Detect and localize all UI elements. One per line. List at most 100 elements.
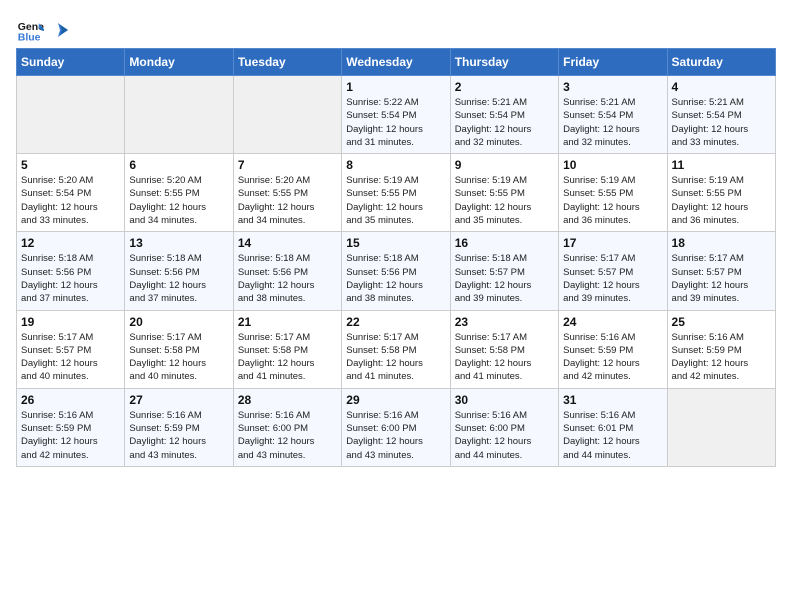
day-number: 10	[563, 158, 662, 172]
svg-text:Blue: Blue	[18, 32, 41, 44]
calendar-week-row: 26Sunrise: 5:16 AM Sunset: 5:59 PM Dayli…	[17, 388, 776, 466]
day-number: 30	[455, 393, 554, 407]
calendar-cell	[17, 76, 125, 154]
day-number: 1	[346, 80, 445, 94]
page-header: General Blue	[16, 16, 776, 44]
calendar-cell: 30 Sunrise: 5:16 AM Sunset: 6:00 PM Dayli…	[450, 388, 558, 466]
day-info: Sunrise: 5:16 AM Sunset: 6:00 PM Dayligh…	[238, 409, 337, 462]
calendar-cell: 27Sunrise: 5:16 AM Sunset: 5:59 PM Dayli…	[125, 388, 233, 466]
calendar-cell: 11 Sunrise: 5:19 AM Sunset: 5:55 PM Dayli…	[667, 154, 775, 232]
day-number: 14	[238, 236, 337, 250]
day-info: Sunrise: 5:21 AM Sunset: 5:54 PM Dayligh…	[563, 96, 662, 149]
day-info: Sunrise: 5:17 AM Sunset: 5:58 PM Dayligh…	[129, 331, 228, 384]
calendar-cell: 24 Sunrise: 5:16 AM Sunset: 5:59 PM Dayli…	[559, 310, 667, 388]
calendar-cell: 12Sunrise: 5:18 AM Sunset: 5:56 PM Dayli…	[17, 232, 125, 310]
day-info: Sunrise: 5:19 AM Sunset: 5:55 PM Dayligh…	[563, 174, 662, 227]
day-info: Sunrise: 5:21 AM Sunset: 5:54 PM Dayligh…	[672, 96, 771, 149]
day-info: Sunrise: 5:21 AM Sunset: 5:54 PM Dayligh…	[455, 96, 554, 149]
day-info: Sunrise: 5:16 AM Sunset: 5:59 PM Dayligh…	[21, 409, 120, 462]
day-info: Sunrise: 5:18 AM Sunset: 5:56 PM Dayligh…	[129, 252, 228, 305]
day-number: 19	[21, 315, 120, 329]
calendar-week-row: 5 Sunrise: 5:20 AM Sunset: 5:54 PM Daylig…	[17, 154, 776, 232]
day-number: 2	[455, 80, 554, 94]
day-number: 9	[455, 158, 554, 172]
day-number: 6	[129, 158, 228, 172]
day-number: 17	[563, 236, 662, 250]
day-number: 7	[238, 158, 337, 172]
day-number: 13	[129, 236, 228, 250]
calendar-cell: 9Sunrise: 5:19 AM Sunset: 5:55 PM Daylig…	[450, 154, 558, 232]
day-number: 11	[672, 158, 771, 172]
calendar-cell: 20 Sunrise: 5:17 AM Sunset: 5:58 PM Dayli…	[125, 310, 233, 388]
calendar-table: SundayMondayTuesdayWednesdayThursdayFrid…	[16, 48, 776, 467]
day-number: 28	[238, 393, 337, 407]
calendar-cell: 19 Sunrise: 5:17 AM Sunset: 5:57 PM Dayli…	[17, 310, 125, 388]
weekday-header-wednesday: Wednesday	[342, 49, 450, 76]
day-number: 21	[238, 315, 337, 329]
calendar-cell	[233, 76, 341, 154]
day-info: Sunrise: 5:16 AM Sunset: 6:00 PM Dayligh…	[346, 409, 445, 462]
day-number: 3	[563, 80, 662, 94]
day-number: 16	[455, 236, 554, 250]
calendar-cell: 16 Sunrise: 5:18 AM Sunset: 5:57 PM Dayli…	[450, 232, 558, 310]
day-number: 18	[672, 236, 771, 250]
calendar-cell: 1 Sunrise: 5:22 AM Sunset: 5:54 PM Daylig…	[342, 76, 450, 154]
calendar-cell: 18 Sunrise: 5:17 AM Sunset: 5:57 PM Dayli…	[667, 232, 775, 310]
weekday-header-row: SundayMondayTuesdayWednesdayThursdayFrid…	[17, 49, 776, 76]
day-info: Sunrise: 5:19 AM Sunset: 5:55 PM Dayligh…	[346, 174, 445, 227]
calendar-cell: 8 Sunrise: 5:19 AM Sunset: 5:55 PM Daylig…	[342, 154, 450, 232]
calendar-cell: 4 Sunrise: 5:21 AM Sunset: 5:54 PM Daylig…	[667, 76, 775, 154]
weekday-header-saturday: Saturday	[667, 49, 775, 76]
day-info: Sunrise: 5:16 AM Sunset: 5:59 PM Dayligh…	[563, 331, 662, 384]
calendar-cell: 15 Sunrise: 5:18 AM Sunset: 5:56 PM Dayli…	[342, 232, 450, 310]
weekday-header-sunday: Sunday	[17, 49, 125, 76]
weekday-header-tuesday: Tuesday	[233, 49, 341, 76]
day-number: 29	[346, 393, 445, 407]
weekday-header-monday: Monday	[125, 49, 233, 76]
day-number: 25	[672, 315, 771, 329]
day-info: Sunrise: 5:17 AM Sunset: 5:58 PM Dayligh…	[238, 331, 337, 384]
day-number: 20	[129, 315, 228, 329]
calendar-cell: 13 Sunrise: 5:18 AM Sunset: 5:56 PM Dayli…	[125, 232, 233, 310]
day-number: 8	[346, 158, 445, 172]
calendar-cell: 28 Sunrise: 5:16 AM Sunset: 6:00 PM Dayli…	[233, 388, 341, 466]
calendar-cell: 5 Sunrise: 5:20 AM Sunset: 5:54 PM Daylig…	[17, 154, 125, 232]
day-info: Sunrise: 5:17 AM Sunset: 5:58 PM Dayligh…	[455, 331, 554, 384]
day-info: Sunrise: 5:16 AM Sunset: 5:59 PM Dayligh…	[129, 409, 228, 462]
calendar-cell: 26Sunrise: 5:16 AM Sunset: 5:59 PM Dayli…	[17, 388, 125, 466]
day-number: 4	[672, 80, 771, 94]
day-info: Sunrise: 5:20 AM Sunset: 5:55 PM Dayligh…	[129, 174, 228, 227]
day-number: 22	[346, 315, 445, 329]
calendar-cell: 22Sunrise: 5:17 AM Sunset: 5:58 PM Dayli…	[342, 310, 450, 388]
logo-icon: General Blue	[16, 16, 44, 44]
day-info: Sunrise: 5:18 AM Sunset: 5:56 PM Dayligh…	[346, 252, 445, 305]
weekday-header-thursday: Thursday	[450, 49, 558, 76]
day-info: Sunrise: 5:16 AM Sunset: 6:00 PM Dayligh…	[455, 409, 554, 462]
calendar-cell: 21 Sunrise: 5:17 AM Sunset: 5:58 PM Dayli…	[233, 310, 341, 388]
calendar-cell: 14 Sunrise: 5:18 AM Sunset: 5:56 PM Dayli…	[233, 232, 341, 310]
day-info: Sunrise: 5:17 AM Sunset: 5:57 PM Dayligh…	[672, 252, 771, 305]
calendar-cell: 3 Sunrise: 5:21 AM Sunset: 5:54 PM Daylig…	[559, 76, 667, 154]
day-info: Sunrise: 5:17 AM Sunset: 5:57 PM Dayligh…	[21, 331, 120, 384]
day-number: 15	[346, 236, 445, 250]
calendar-cell: 6 Sunrise: 5:20 AM Sunset: 5:55 PM Daylig…	[125, 154, 233, 232]
calendar-cell: 2 Sunrise: 5:21 AM Sunset: 5:54 PM Daylig…	[450, 76, 558, 154]
day-info: Sunrise: 5:18 AM Sunset: 5:57 PM Dayligh…	[455, 252, 554, 305]
calendar-cell: 31Sunrise: 5:16 AM Sunset: 6:01 PM Dayli…	[559, 388, 667, 466]
day-info: Sunrise: 5:22 AM Sunset: 5:54 PM Dayligh…	[346, 96, 445, 149]
calendar-cell	[667, 388, 775, 466]
calendar-week-row: 19 Sunrise: 5:17 AM Sunset: 5:57 PM Dayli…	[17, 310, 776, 388]
day-number: 24	[563, 315, 662, 329]
day-info: Sunrise: 5:17 AM Sunset: 5:57 PM Dayligh…	[563, 252, 662, 305]
logo-arrow-icon	[50, 23, 68, 37]
calendar-cell: 29 Sunrise: 5:16 AM Sunset: 6:00 PM Dayli…	[342, 388, 450, 466]
calendar-week-row: 12 Sunrise: 5:18 AM Sunset: 5:56 PM Dayli…	[17, 232, 776, 310]
day-number: 12	[21, 236, 120, 250]
day-info: Sunrise: 5:18 AM Sunset: 5:56 PM Dayligh…	[238, 252, 337, 305]
day-number: 31	[563, 393, 662, 407]
calendar-cell: 23Sunrise: 5:17 AM Sunset: 5:58 PM Dayli…	[450, 310, 558, 388]
day-number: 5	[21, 158, 120, 172]
day-info: Sunrise: 5:19 AM Sunset: 5:55 PM Dayligh…	[672, 174, 771, 227]
calendar-cell: 10 Sunrise: 5:19 AM Sunset: 5:55 PM Dayli…	[559, 154, 667, 232]
day-info: Sunrise: 5:20 AM Sunset: 5:54 PM Dayligh…	[21, 174, 120, 227]
